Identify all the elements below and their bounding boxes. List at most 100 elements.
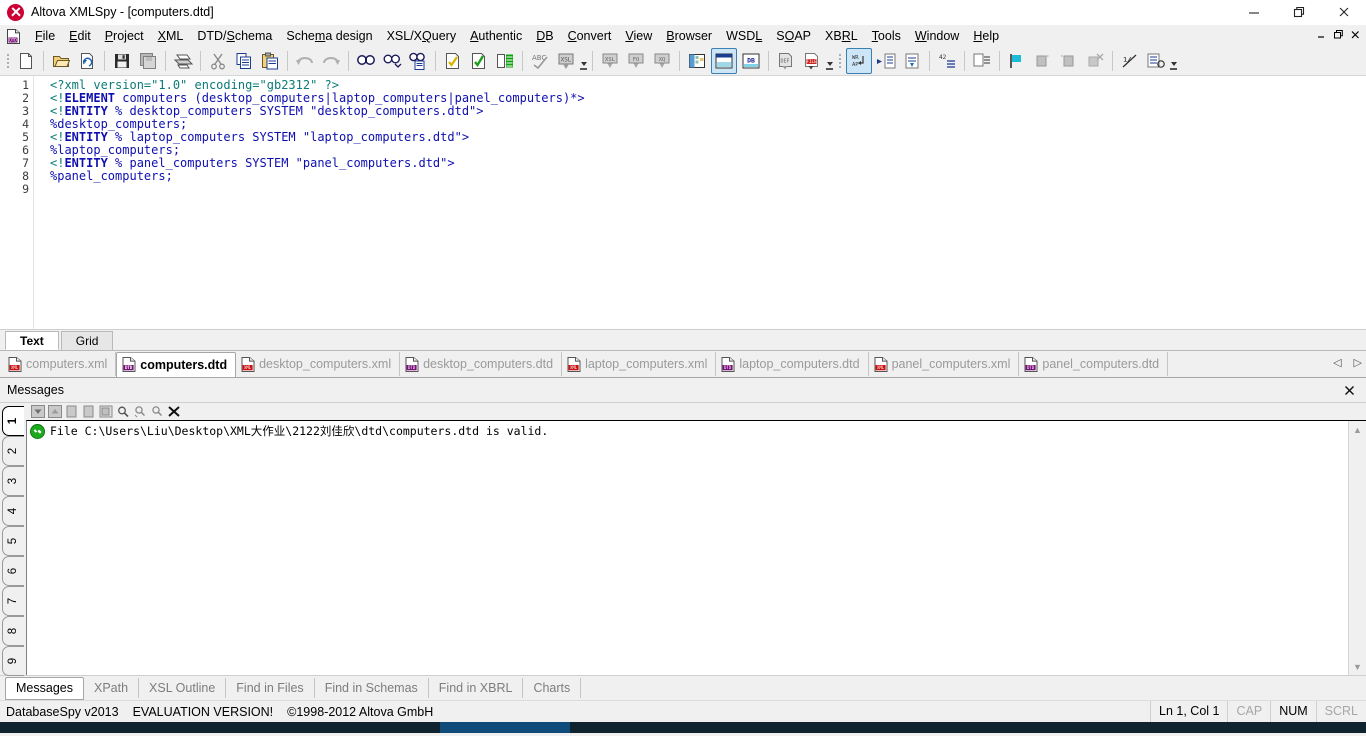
message-tab-4[interactable]: 4 xyxy=(2,496,24,526)
bottom-tab[interactable]: Find in Files xyxy=(226,678,315,698)
tab-grid[interactable]: Grid xyxy=(60,331,114,350)
copy-all-messages-icon[interactable] xyxy=(81,404,97,419)
file-tab[interactable]: XML computers.xml xyxy=(3,352,117,376)
menu-edit[interactable]: Edit xyxy=(62,27,98,45)
copy-message-icon[interactable] xyxy=(64,404,80,419)
close-icon[interactable] xyxy=(1342,383,1356,397)
prev-bookmark-icon[interactable] xyxy=(1031,49,1055,73)
message-tab-8[interactable]: 8 xyxy=(2,616,24,646)
new-file-icon[interactable] xyxy=(14,49,38,73)
menu-convert[interactable]: Convert xyxy=(561,27,619,45)
bottom-tab[interactable]: XSL Outline xyxy=(139,678,227,698)
minimize-icon[interactable] xyxy=(1231,0,1276,24)
menu-view[interactable]: View xyxy=(618,27,659,45)
menu-window[interactable]: Window xyxy=(908,27,966,45)
next-message-icon[interactable] xyxy=(30,404,46,419)
message-tab-7[interactable]: 7 xyxy=(2,586,24,616)
def-file-icon[interactable]: DEF xyxy=(774,49,798,73)
spell-check-icon[interactable]: ABC xyxy=(528,49,552,73)
bottom-tab[interactable]: XPath xyxy=(84,678,140,698)
menu-xsl-xquery[interactable]: XSL/XQuery xyxy=(380,27,464,45)
message-tab-9[interactable]: 9 xyxy=(2,646,24,676)
tab-next-icon[interactable]: ▷ xyxy=(1354,356,1362,369)
menu-xbrl[interactable]: XBRL xyxy=(818,27,865,45)
toolbar-overflow-3[interactable] xyxy=(1169,50,1178,72)
print-icon[interactable] xyxy=(171,49,195,73)
db-view-icon[interactable]: DB xyxy=(739,49,763,73)
copy-icon[interactable] xyxy=(232,49,256,73)
find-previous-icon[interactable] xyxy=(132,404,148,419)
xquery-icon[interactable]: XQ xyxy=(650,49,674,73)
tab-text[interactable]: Text xyxy=(5,331,59,350)
bookmark-icon[interactable] xyxy=(970,49,994,73)
file-tab[interactable]: DTD computers.dtd xyxy=(116,351,237,377)
assign-dtd-icon[interactable] xyxy=(493,49,517,73)
mdi-restore-icon[interactable] xyxy=(1331,27,1346,42)
message-tab-3[interactable]: 3 xyxy=(2,466,24,496)
cut-icon[interactable] xyxy=(206,49,230,73)
file-tab[interactable]: XML desktop_computers.xml xyxy=(236,352,401,376)
open-folder-icon[interactable] xyxy=(49,49,73,73)
file-tab[interactable]: DTD panel_computers.dtd xyxy=(1019,352,1169,376)
file-tab[interactable]: DTD laptop_computers.dtd xyxy=(716,352,869,376)
menu-db[interactable]: DB xyxy=(529,27,560,45)
scroll-up-icon[interactable]: ▲ xyxy=(1349,421,1366,438)
find-next-icon[interactable] xyxy=(149,404,165,419)
find-next-icon[interactable] xyxy=(380,49,404,73)
file-icon[interactable]: FILE xyxy=(800,49,824,73)
save-icon[interactable] xyxy=(110,49,134,73)
flag-icon[interactable] xyxy=(1005,49,1029,73)
toolbar-overflow-1[interactable] xyxy=(579,50,588,72)
dtd-document-icon[interactable]: DTD xyxy=(6,28,22,44)
paste-icon[interactable] xyxy=(258,49,282,73)
restore-icon[interactable] xyxy=(1276,0,1321,24)
fo-icon[interactable]: FO xyxy=(624,49,648,73)
toolbar-grip[interactable] xyxy=(4,51,11,71)
settings-icon[interactable] xyxy=(1144,49,1168,73)
save-all-icon[interactable] xyxy=(136,49,160,73)
menu-authentic[interactable]: Authentic xyxy=(463,27,529,45)
align-icon[interactable] xyxy=(900,49,924,73)
mdi-close-icon[interactable] xyxy=(1348,27,1363,42)
undo-icon[interactable] xyxy=(293,49,317,73)
word-wrap-icon[interactable]: WR AP xyxy=(846,48,872,74)
toolbar-grip-2[interactable] xyxy=(836,51,843,71)
mdi-minimize-icon[interactable] xyxy=(1314,27,1329,42)
toggle-icon[interactable]: ⅟ xyxy=(1118,49,1142,73)
clear-bookmark-icon[interactable] xyxy=(1083,49,1107,73)
file-tab[interactable]: DTD desktop_computers.dtd xyxy=(400,352,563,376)
tab-prev-icon[interactable]: ◁ xyxy=(1333,356,1341,369)
xsl-transform-icon[interactable]: XSL xyxy=(554,49,578,73)
message-tab-5[interactable]: 5 xyxy=(2,526,24,556)
messages-scrollbar[interactable]: ▲ ▼ xyxy=(1348,421,1366,675)
menu-tools[interactable]: Tools xyxy=(865,27,908,45)
copy-with-children-icon[interactable] xyxy=(98,404,114,419)
scroll-down-icon[interactable]: ▼ xyxy=(1349,658,1366,675)
menu-dtd-schema[interactable]: DTD/Schema xyxy=(190,27,279,45)
text-view-icon[interactable] xyxy=(711,48,737,74)
message-tab-6[interactable]: 6 xyxy=(2,556,24,586)
menu-file[interactable]: File xyxy=(28,27,62,45)
close-icon[interactable] xyxy=(1321,0,1366,24)
clear-messages-icon[interactable] xyxy=(166,404,182,419)
validate-icon[interactable] xyxy=(467,49,491,73)
menu-project[interactable]: Project xyxy=(98,27,151,45)
find-icon[interactable] xyxy=(115,404,131,419)
code-editor[interactable]: 1 2 3 4 5 6 7 8 9 <?xml version="1.0" en… xyxy=(0,76,1366,330)
menu-soap[interactable]: SOAP xyxy=(769,27,818,45)
menu-wsdl[interactable]: WSDL xyxy=(719,27,769,45)
file-tab[interactable]: XML laptop_computers.xml xyxy=(562,352,717,376)
toolbar-overflow-2[interactable] xyxy=(825,50,834,72)
xsl-icon[interactable]: XSL xyxy=(598,49,622,73)
line-numbers-icon[interactable]: 42 xyxy=(935,49,959,73)
redo-icon[interactable] xyxy=(319,49,343,73)
bottom-tab[interactable]: Messages xyxy=(5,676,84,700)
find-in-files-icon[interactable] xyxy=(406,49,430,73)
bottom-tab[interactable]: Charts xyxy=(523,678,582,698)
file-tab[interactable]: XML panel_computers.xml xyxy=(869,352,1020,376)
indent-icon[interactable] xyxy=(874,49,898,73)
menu-xml[interactable]: XML xyxy=(151,27,191,45)
reload-file-icon[interactable] xyxy=(75,49,99,73)
check-well-formed-icon[interactable] xyxy=(441,49,465,73)
bottom-tab[interactable]: Find in Schemas xyxy=(315,678,429,698)
